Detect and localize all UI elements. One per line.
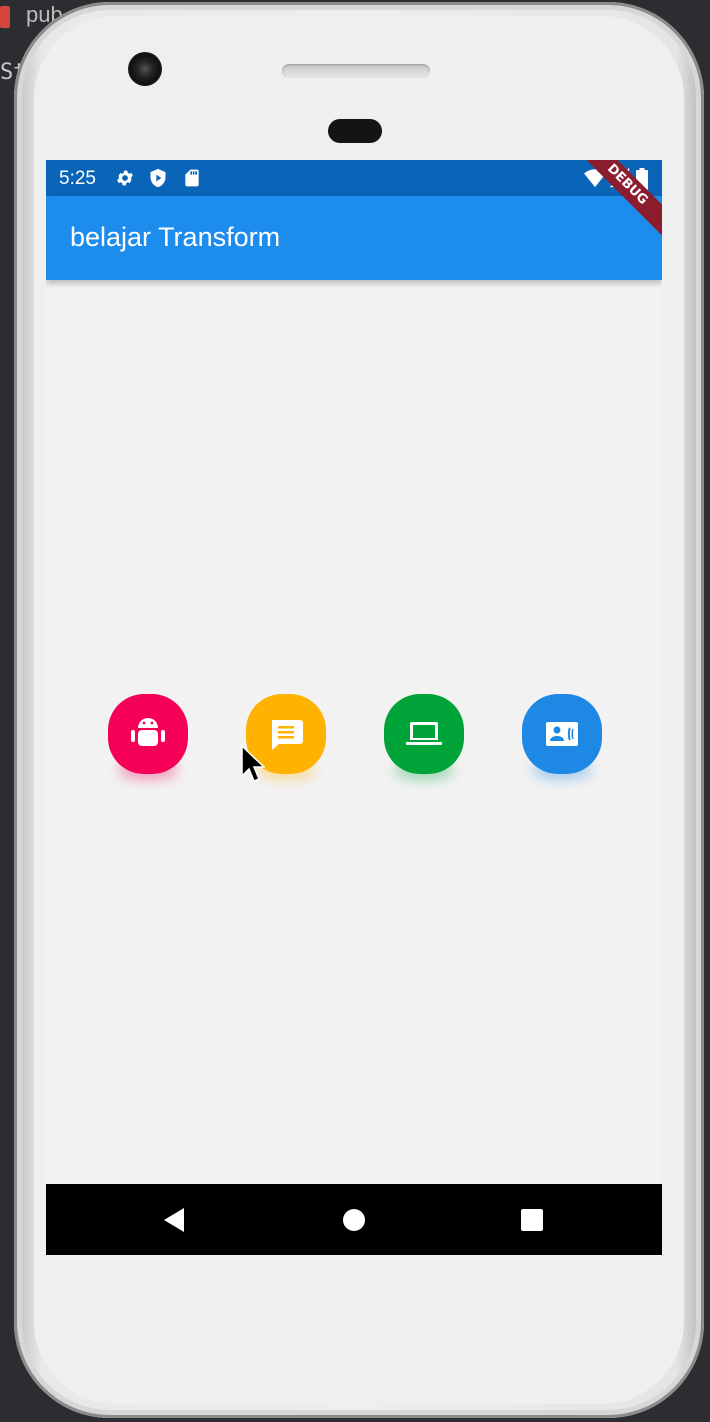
earpiece — [328, 119, 382, 143]
recents-icon[interactable] — [516, 1204, 548, 1236]
status-bar: 5:25 — [46, 160, 662, 196]
navigation-bar — [46, 1184, 662, 1255]
settings-icon — [115, 168, 135, 188]
editor-file-icon — [0, 6, 10, 28]
button-inner-square — [384, 694, 464, 774]
app-bar: belajar Transform — [46, 196, 662, 280]
app-title: belajar Transform — [70, 222, 281, 252]
contact-phone-button[interactable] — [514, 686, 610, 782]
speaker-grille — [282, 64, 430, 78]
home-icon[interactable] — [338, 1204, 370, 1236]
laptop-button[interactable] — [376, 686, 472, 782]
contact-phone-icon — [546, 722, 578, 746]
mouse-cursor-icon — [241, 745, 265, 782]
android-button[interactable] — [100, 686, 196, 782]
content-area — [46, 280, 662, 1184]
status-time: 5:25 — [59, 168, 96, 189]
play-protect-icon — [148, 168, 168, 188]
back-icon[interactable] — [158, 1204, 190, 1236]
sd-card-icon — [182, 168, 202, 188]
phone-screen: 5:25 belajar Transform DEBUG — [46, 160, 662, 1255]
front-camera — [128, 52, 162, 86]
